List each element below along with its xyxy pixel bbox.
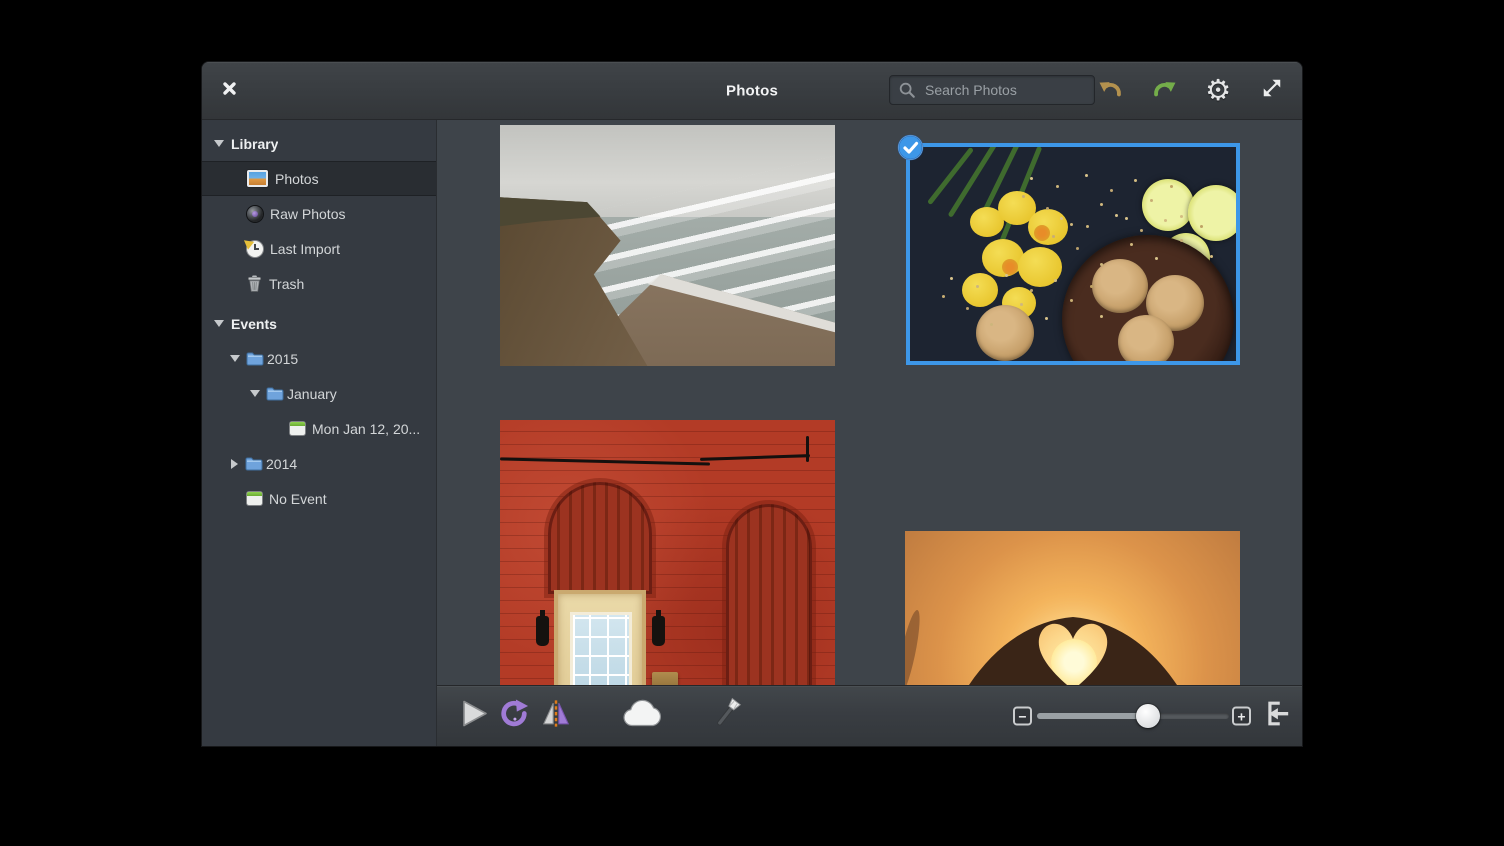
zoom-slider-thumb[interactable] [1136,704,1160,728]
power-cable [806,436,809,462]
photo-thumbnail-red-brick-door[interactable] [500,420,835,685]
redo-icon [1151,75,1178,107]
fullscreen-button[interactable] [1256,75,1288,107]
sidebar-item-last-import[interactable]: Last Import [202,231,436,266]
trash-icon [247,275,262,292]
header-bar: Photos [202,62,1302,120]
sidebar-item-label: Last Import [270,241,340,257]
photo-grid [437,120,1302,685]
sidebar: Library Photos Raw Photos Last Import [202,120,437,746]
import-arrow-icon [1261,699,1291,734]
close-button[interactable] [217,79,241,103]
thumbnail-size-slider[interactable] [1037,686,1229,746]
zoom-out-button[interactable]: − [1013,707,1032,726]
bottom-toolbar: − + [437,685,1302,746]
folder-icon [245,457,263,471]
sidebar-item-event-jan12[interactable]: Mon Jan 12, 20... [202,411,436,446]
expander-right-icon[interactable] [231,459,238,469]
expander-down-icon[interactable] [214,320,224,327]
play-icon [458,698,490,735]
rotate-button[interactable] [499,699,529,734]
slider-track[interactable] [1037,713,1229,719]
window-shutter-arch [726,504,812,685]
power-cable [500,457,710,465]
photos-app-window: Photos [202,62,1302,746]
magic-wand-icon [709,696,745,737]
rotate-icon [499,699,529,734]
camera-lens-icon [247,206,263,222]
search-input[interactable] [923,81,1086,99]
last-import-icon [247,241,263,257]
mailbox [652,672,678,685]
slideshow-button[interactable] [458,698,490,735]
photo-thumbnail-beach-cliff[interactable] [500,125,835,366]
expander-down-icon[interactable] [250,390,260,397]
sidebar-item-raw-photos[interactable]: Raw Photos [202,196,436,231]
sidebar-item-label: Raw Photos [270,206,345,222]
undo-button[interactable] [1094,75,1126,107]
fullscreen-icon [1261,77,1283,104]
sidebar-item-label: 2014 [266,456,297,472]
sidebar-item-label: 2015 [267,351,298,367]
import-button[interactable] [1261,699,1291,734]
sidebar-item-label: Trash [269,276,304,292]
lantern [536,616,549,646]
cloud-icon [622,699,662,734]
lantern [652,616,665,646]
section-label: Library [231,136,278,152]
zoom-in-button[interactable]: + [1232,707,1251,726]
main-area: − + [437,120,1302,746]
sidebar-item-january[interactable]: January [202,376,436,411]
sidebar-section-library[interactable]: Library [202,126,436,161]
undo-icon [1097,75,1124,107]
publish-button[interactable] [622,699,662,734]
sidebar-item-label: Mon Jan 12, 20... [312,421,420,437]
search-box[interactable] [889,75,1095,105]
section-label: Events [231,316,277,332]
minus-icon: − [1018,709,1026,723]
folder-icon [246,352,264,366]
sidebar-item-label: Photos [275,171,319,187]
desktop: { "header": { "title": "Photos", "search… [0,0,1504,846]
event-icon [247,492,262,505]
settings-button[interactable]: ⚙ [1202,75,1234,107]
selected-check-badge [897,134,924,161]
window-title: Photos [726,82,778,99]
sidebar-item-no-event[interactable]: No Event [202,481,436,516]
sidebar-item-label: No Event [269,491,327,507]
sidebar-item-label: January [287,386,337,402]
sidebar-item-photos[interactable]: Photos [202,161,436,196]
header-actions: ⚙ [1094,62,1288,119]
close-icon [222,81,237,101]
sidebar-section-events[interactable]: Events [202,306,436,341]
photo-thumbnail-daffodils-cookies-selected[interactable] [906,143,1240,365]
search-icon [898,81,916,99]
window-body: Library Photos Raw Photos Last Import [202,120,1302,746]
expander-down-icon[interactable] [230,355,240,362]
expander-down-icon[interactable] [214,140,224,147]
gear-icon: ⚙ [1205,76,1231,105]
plus-icon: + [1237,709,1245,723]
sidebar-item-2014[interactable]: 2014 [202,446,436,481]
door-window [570,612,632,685]
photo-thumbnail-sunset-heart[interactable] [905,531,1240,685]
flip-icon [541,699,571,734]
zoom-slider-fill [1037,713,1148,719]
daffodils-cookies-image [910,147,1236,361]
redo-button[interactable] [1148,75,1180,107]
sidebar-item-2015[interactable]: 2015 [202,341,436,376]
heart-hands-silhouette [905,531,1240,685]
power-cable [700,454,810,461]
folder-icon [266,387,284,401]
photos-icon [247,170,268,187]
enhance-button[interactable] [709,696,745,737]
door-shutter-arch [548,482,652,594]
sidebar-item-trash[interactable]: Trash [202,266,436,301]
event-icon [290,422,305,435]
flip-button[interactable] [541,699,571,734]
